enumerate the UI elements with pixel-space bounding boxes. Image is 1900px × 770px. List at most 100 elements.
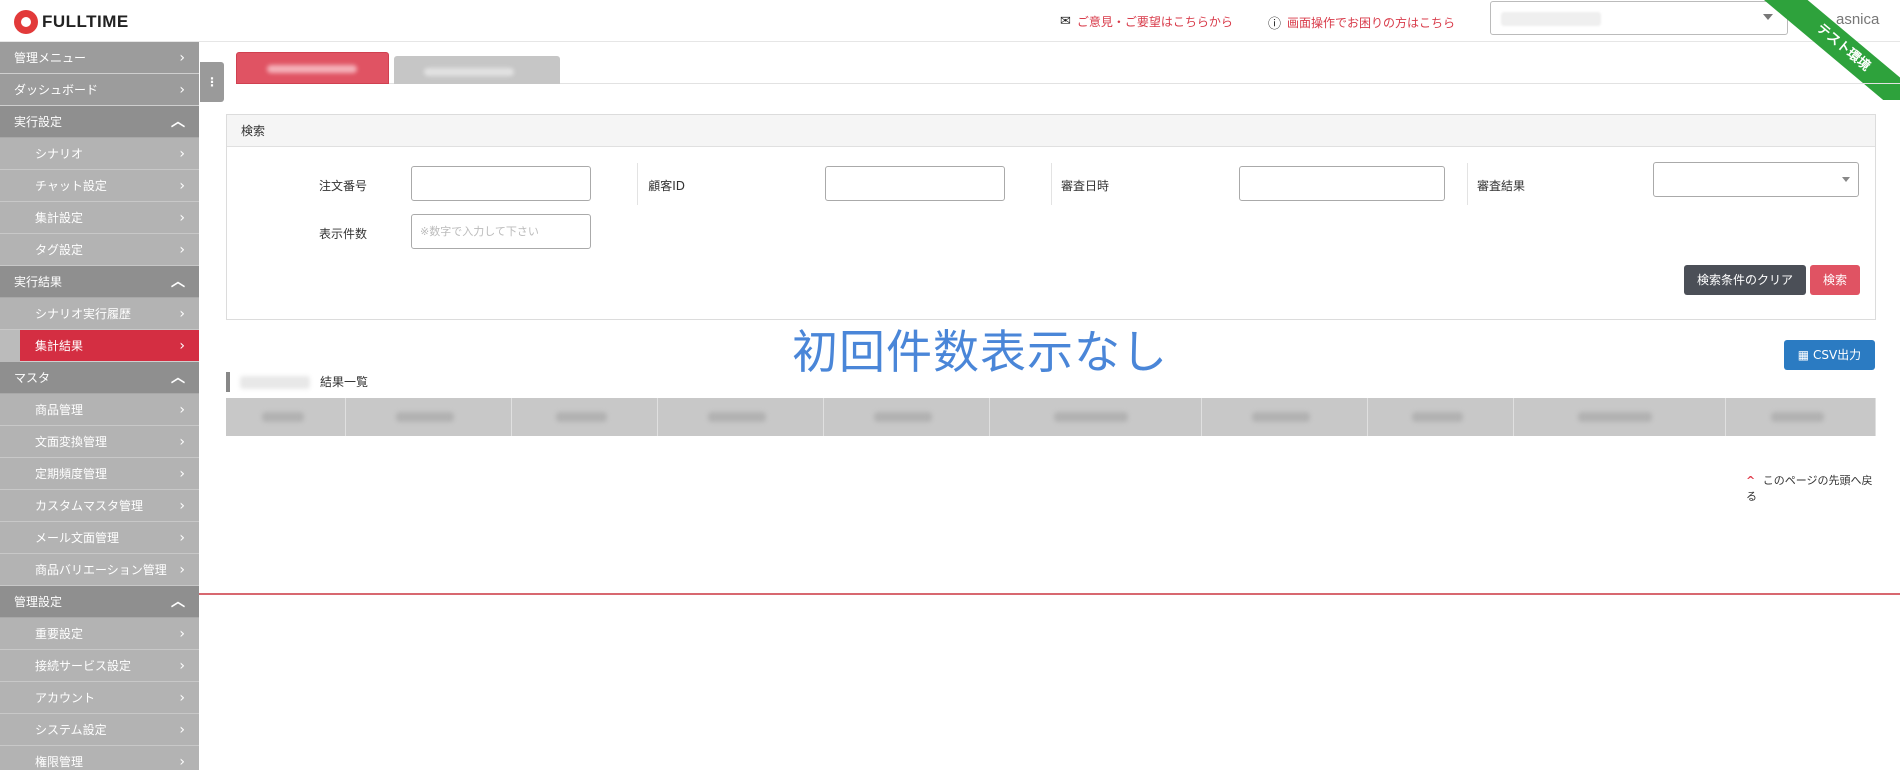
sidebar-item[interactable]: 権限管理 › xyxy=(0,746,199,770)
shop-select[interactable] xyxy=(1490,1,1788,35)
sidebar-item-label: 定期頻度管理 xyxy=(35,467,108,481)
sidebar: 管理メニュー › ダッシュボード › 実行設定 ︿ シナリオ › チャット設定 › 集計設定 › タグ設… xyxy=(0,42,199,770)
tab-bar xyxy=(236,52,1900,84)
sidebar-item[interactable]: メール文面管理 › xyxy=(0,522,199,554)
sidebar-item[interactable]: アカウント › xyxy=(0,682,199,714)
sidebar-item-label: アカウント xyxy=(35,691,96,705)
sidebar-item-label: 集計結果 xyxy=(35,339,84,353)
chevron-right-icon: › xyxy=(179,178,185,194)
search-button[interactable]: 検索 xyxy=(1810,265,1860,295)
chevron-right-icon: › xyxy=(179,338,185,354)
chevron-right-icon: › xyxy=(179,690,185,706)
table-header-label xyxy=(1412,412,1463,422)
chevron-right-icon: › xyxy=(179,306,185,322)
sidebar-item-label: マスタ xyxy=(14,371,51,385)
tab-inactive[interactable] xyxy=(394,56,560,84)
review-result-select[interactable] xyxy=(1653,162,1859,197)
chevron-right-icon: › xyxy=(179,722,185,738)
sidebar-item-label: タグ設定 xyxy=(35,243,84,257)
sidebar-item[interactable]: 定期頻度管理 › xyxy=(0,458,199,490)
table-header-cell[interactable] xyxy=(824,398,990,436)
help-link-label: 画面操作でお困りの方はこちら xyxy=(1287,16,1456,30)
sidebar-item[interactable]: 管理設定 ︿ xyxy=(0,586,199,618)
logo-icon xyxy=(14,10,38,34)
chevron-up-icon: ︿ xyxy=(171,594,185,610)
chevron-right-icon: › xyxy=(179,242,185,258)
sidebar-item-label: 集計設定 xyxy=(35,211,84,225)
sidebar-item[interactable]: 実行設定 ︿ xyxy=(0,106,199,138)
table-header-cell[interactable] xyxy=(1368,398,1514,436)
top-header: FULLTIME ✉ ご意見・ご要望はこちらから ⓘ 画面操作でお困りの方はこち… xyxy=(0,0,1900,42)
chevron-right-icon: › xyxy=(179,434,185,450)
display-count-input[interactable]: ※数字で入力して下さい xyxy=(411,214,591,249)
chevron-right-icon: › xyxy=(179,210,185,226)
chevron-right-icon: › xyxy=(179,82,185,98)
sidebar-item[interactable]: シナリオ実行履歴 › xyxy=(0,298,199,330)
logo[interactable]: FULLTIME xyxy=(14,10,129,34)
sidebar-item[interactable]: 商品バリエーション管理 › xyxy=(0,554,199,586)
sidebar-item-label: 実行設定 xyxy=(14,115,63,129)
chevron-up-icon: ︿ xyxy=(171,274,185,290)
sidebar-item[interactable]: 実行結果 ︿ xyxy=(0,266,199,298)
sidebar-item[interactable]: 重要設定 › xyxy=(0,618,199,650)
chevron-up-icon: ︿ xyxy=(171,114,185,130)
test-env-ribbon-label: テスト環境 xyxy=(1750,0,1900,100)
sidebar-item[interactable]: 接続サービス設定 › xyxy=(0,650,199,682)
table-header-label xyxy=(1771,412,1824,422)
chevron-up-icon: ︿ xyxy=(171,370,185,386)
search-panel-title: 検索 xyxy=(227,115,1875,147)
sidebar-item-label: シナリオ実行履歴 xyxy=(35,307,132,321)
sidebar-item-label: チャット設定 xyxy=(35,179,107,193)
clear-search-button[interactable]: 検索条件のクリア xyxy=(1684,265,1806,295)
table-header-cell[interactable] xyxy=(1726,398,1876,436)
sidebar-item[interactable]: 商品管理 › xyxy=(0,394,199,426)
display-count-label: 表示件数 xyxy=(318,227,367,241)
sidebar-item[interactable]: チャット設定 › xyxy=(0,170,199,202)
table-icon: ▦ xyxy=(1797,348,1810,362)
sidebar-item[interactable]: タグ設定 › xyxy=(0,234,199,266)
tab-active[interactable] xyxy=(236,52,389,84)
customer-id-label: 顧客ID xyxy=(648,179,685,193)
sidebar-item-label: ダッシュボード xyxy=(14,83,99,97)
result-list-title-label: 結果一覧 xyxy=(320,375,369,389)
chevron-right-icon: › xyxy=(179,466,185,482)
sidebar-item-label: 文面変換管理 xyxy=(35,435,108,449)
chevron-right-icon: › xyxy=(179,754,185,770)
table-header-cell[interactable] xyxy=(226,398,346,436)
table-header-cell[interactable] xyxy=(512,398,658,436)
sidebar-item[interactable]: 管理メニュー › xyxy=(0,42,199,74)
customer-id-input[interactable] xyxy=(825,166,1005,201)
csv-export-button[interactable]: ▦ CSV出力 xyxy=(1784,340,1875,370)
table-header-cell[interactable] xyxy=(346,398,512,436)
sidebar-item[interactable]: マスタ ︿ xyxy=(0,362,199,394)
sidebar-item[interactable]: 集計設定 › xyxy=(0,202,199,234)
back-to-top-link[interactable]: ^ このページの先頭へ戻る xyxy=(1746,472,1876,504)
chevron-right-icon: › xyxy=(179,658,185,674)
sidebar-toggle-button[interactable]: ⋮ xyxy=(200,62,224,102)
sidebar-item[interactable]: ダッシュボード › xyxy=(0,74,199,106)
logo-text: FULLTIME xyxy=(42,12,129,31)
table-header-cell[interactable] xyxy=(990,398,1202,436)
order-no-input[interactable] xyxy=(411,166,591,201)
table-header-cell[interactable] xyxy=(1514,398,1726,436)
info-icon: ⓘ xyxy=(1268,17,1282,32)
result-table-header xyxy=(226,398,1876,436)
table-header-label xyxy=(396,412,454,422)
sidebar-item-label: 商品バリエーション管理 xyxy=(35,563,167,577)
sidebar-item[interactable]: 文面変換管理 › xyxy=(0,426,199,458)
review-date-label: 審査日時 xyxy=(1060,179,1109,193)
table-header-label xyxy=(708,412,766,422)
sidebar-item-label: 接続サービス設定 xyxy=(35,659,132,673)
sidebar-item[interactable]: カスタムマスタ管理 › xyxy=(0,490,199,522)
tab-active-label xyxy=(267,65,357,73)
sidebar-item[interactable]: シナリオ › xyxy=(0,138,199,170)
table-header-cell[interactable] xyxy=(1202,398,1368,436)
help-link[interactable]: ⓘ 画面操作でお困りの方はこちら xyxy=(1268,13,1455,32)
envelope-icon: ✉ xyxy=(1060,14,1071,29)
sidebar-item-label: カスタムマスタ管理 xyxy=(35,499,144,513)
sidebar-item[interactable]: 集計結果 › xyxy=(20,330,199,362)
feedback-link[interactable]: ✉ ご意見・ご要望はこちらから xyxy=(1060,13,1233,30)
sidebar-item-label: メール文面管理 xyxy=(35,531,120,545)
sidebar-item[interactable]: システム設定 › xyxy=(0,714,199,746)
table-header-cell[interactable] xyxy=(658,398,824,436)
